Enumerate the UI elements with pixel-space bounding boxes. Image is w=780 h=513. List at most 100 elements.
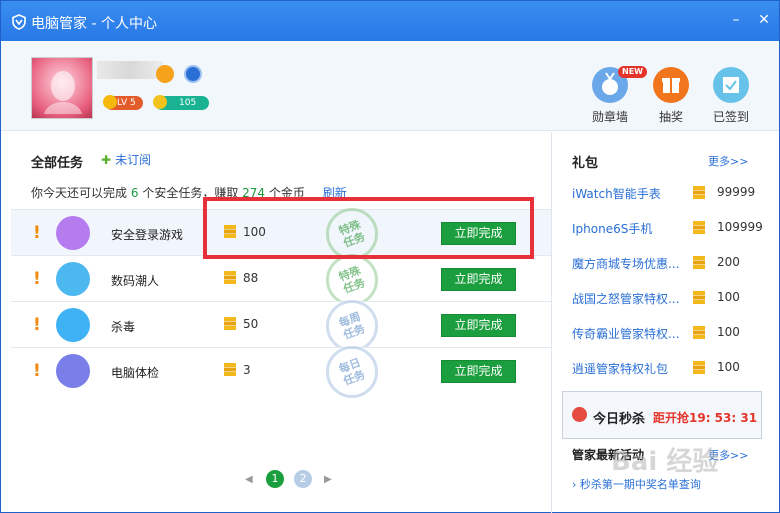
lottery-button[interactable]: 抽奖	[641, 67, 701, 125]
task-name: 数码潮人	[111, 274, 160, 288]
avatar[interactable]	[31, 57, 93, 119]
summary-prefix: 你今天还可以完成	[31, 186, 128, 200]
coin-balance: 105	[153, 95, 209, 110]
exclamation-icon: !	[33, 315, 41, 335]
gift-box-icon	[653, 67, 689, 103]
gift-item: 魔方商城专场优惠... 200	[572, 255, 762, 290]
coin-stack-icon	[693, 256, 705, 269]
plus-icon: ✚	[101, 153, 112, 167]
page-1-button[interactable]: 1	[266, 470, 284, 488]
column-divider	[551, 132, 552, 513]
lottery-label: 抽奖	[658, 110, 683, 124]
signed-in-label: 已签到	[712, 110, 749, 124]
gift-value: 99999	[717, 185, 756, 199]
annotation-highlight-box	[203, 197, 534, 259]
stamp-text: 每日 任务	[337, 356, 367, 388]
phone-icon	[56, 262, 90, 296]
coin-balance-text: 105	[179, 98, 197, 108]
activity-link[interactable]: › 秒杀第一期中奖名单查询	[572, 476, 701, 492]
coin-stack-icon	[693, 221, 705, 234]
gift-item: 传奇霸业管家特权... 100	[572, 325, 762, 360]
all-tasks-heading: 全部任务	[31, 156, 84, 171]
minimize-button[interactable]: –	[727, 11, 745, 29]
gifts-heading: 礼包	[572, 156, 599, 171]
complete-now-button[interactable]: 立即完成	[441, 268, 516, 291]
gift-value: 100	[717, 325, 740, 339]
gift-item: Iphone6S手机 109999	[572, 220, 763, 255]
task-row: ! 数码潮人 88 特殊 任务 立即完成	[11, 254, 551, 306]
task-coins-value: 88	[243, 271, 259, 285]
unsubscribed-link[interactable]: ✚ 未订阅	[101, 151, 151, 168]
alarm-clock-icon	[572, 407, 587, 422]
coin-stack-icon	[224, 363, 236, 376]
complete-now-button[interactable]: 立即完成	[441, 360, 516, 383]
daily-task-stamp: 每日 任务	[326, 346, 378, 398]
stamp-text: 特殊 任务	[337, 264, 367, 296]
task-row: ! 电脑体检 3 每日 任务 立即完成	[11, 346, 551, 398]
coin-icon	[153, 95, 167, 109]
task-coins-value: 50	[243, 317, 259, 331]
window: 电脑管家 - 个人中心 – ✕ LV 5 105 勋章墙 抽奖 已签到 NEW …	[0, 0, 780, 513]
gift-value: 100	[717, 290, 740, 304]
gifts-more-link[interactable]: 更多>>	[708, 153, 748, 169]
gamepad-icon	[56, 216, 90, 250]
shield-plus-icon	[56, 308, 90, 342]
coin-stack-icon	[224, 271, 236, 284]
special-task-stamp: 特殊 任务	[326, 254, 378, 306]
flash-sale-countdown: 距开抢19: 53: 31	[653, 411, 758, 425]
exclamation-icon: !	[33, 269, 41, 289]
username-redacted	[97, 61, 163, 79]
gift-value: 200	[717, 255, 740, 269]
complete-now-button[interactable]: 立即完成	[441, 314, 516, 337]
baidu-watermark: Bai 经验	[611, 447, 719, 477]
gift-name-link[interactable]: 魔方商城专场优惠...	[572, 255, 679, 272]
summary-task-count: 6	[130, 186, 139, 200]
coin-stack-icon	[693, 326, 705, 339]
guardian-shield-icon	[12, 14, 26, 30]
title-bar: 电脑管家 - 个人中心 – ✕	[1, 1, 779, 41]
page-2-button[interactable]: 2	[294, 470, 312, 488]
new-tag: NEW	[618, 66, 647, 78]
gift-value: 100	[717, 360, 740, 374]
calendar-check-icon	[713, 67, 749, 103]
gift-name-link[interactable]: 战国之怒管家特权...	[572, 290, 679, 307]
coin-stack-icon	[693, 361, 705, 374]
gift-name-link[interactable]: 逍遥管家特权礼包	[572, 360, 668, 377]
gift-item: iWatch智能手表 99999	[572, 185, 762, 220]
signed-in-button[interactable]: 已签到	[701, 67, 761, 125]
unsubscribed-label: 未订阅	[115, 153, 152, 167]
gift-name-link[interactable]: 传奇霸业管家特权...	[572, 325, 679, 342]
medal-wall-label: 勋章墙	[591, 110, 628, 124]
task-coins-value: 3	[243, 363, 251, 377]
task-row: ! 杀毒 50 每周 任务 立即完成	[11, 300, 551, 352]
task-coins: 88	[223, 271, 258, 285]
weekly-task-stamp: 每周 任务	[326, 300, 378, 352]
flash-sale-title: 今日秒杀	[593, 412, 646, 427]
coin-stack-icon	[693, 186, 705, 199]
next-page-icon[interactable]: ▶	[324, 474, 332, 485]
stamp-text: 每周 任务	[337, 310, 367, 342]
avatar-figure-icon	[44, 71, 82, 114]
vip-badge-icon[interactable]	[156, 65, 174, 83]
close-button[interactable]: ✕	[755, 11, 773, 29]
gift-item: 战国之怒管家特权... 100	[572, 290, 762, 325]
gift-name-link[interactable]: iWatch智能手表	[572, 185, 661, 202]
flash-sale-panel[interactable]: 今日秒杀 距开抢19: 53: 31	[562, 391, 762, 439]
profile-header: LV 5 105 勋章墙 抽奖 已签到 NEW	[1, 41, 779, 131]
task-name: 杀毒	[111, 320, 136, 334]
window-title: 电脑管家 - 个人中心	[31, 16, 157, 32]
gift-item: 逍遥管家特权礼包 100	[572, 360, 762, 395]
level-badge: LV 5	[103, 95, 143, 110]
gift-value: 109999	[717, 220, 763, 234]
coin-stack-icon	[693, 291, 705, 304]
prev-page-icon[interactable]: ◀	[245, 474, 253, 485]
guardian-badge-icon[interactable]	[184, 65, 202, 83]
level-text: LV 5	[117, 98, 136, 108]
crown-icon	[103, 95, 117, 109]
monitor-icon	[56, 354, 90, 388]
exclamation-icon: !	[33, 223, 41, 243]
coin-stack-icon	[224, 317, 236, 330]
gift-name-link[interactable]: Iphone6S手机	[572, 220, 652, 237]
task-name: 电脑体检	[111, 366, 160, 380]
task-coins: 50	[223, 317, 258, 331]
